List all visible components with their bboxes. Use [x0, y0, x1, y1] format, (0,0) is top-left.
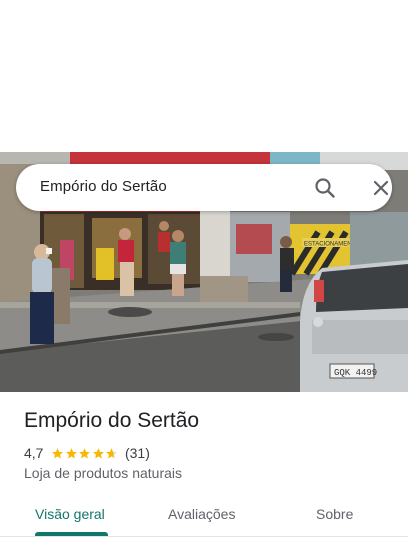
star-icon [93, 447, 104, 458]
star-icon [52, 447, 64, 458]
license-plate-text: GQK 4499 [334, 368, 377, 378]
rating-stars [51, 447, 119, 460]
search-icon[interactable] [312, 175, 338, 201]
star-icon [66, 447, 77, 458]
tab-about[interactable]: Sobre [316, 506, 353, 522]
place-title: Empório do Sertão [24, 409, 200, 432]
map-blank-area [0, 0, 408, 152]
place-category: Loja de produtos naturais [24, 465, 182, 481]
tab-overview[interactable]: Visão geral [35, 506, 105, 522]
star-icon [79, 447, 91, 458]
rating-row[interactable]: 4,7 (31) [24, 444, 150, 462]
star-half-icon [106, 447, 118, 458]
search-bar[interactable]: Empório do Sertão [16, 164, 392, 211]
rating-value: 4,7 [24, 445, 44, 461]
tab-reviews[interactable]: Avaliações [168, 506, 235, 522]
search-query[interactable]: Empório do Sertão [40, 178, 167, 195]
tab-bar: Visão geral Avaliações Sobre [0, 494, 408, 536]
close-icon[interactable] [368, 175, 394, 201]
tabs-divider [0, 536, 408, 537]
review-count[interactable]: (31) [125, 445, 150, 461]
